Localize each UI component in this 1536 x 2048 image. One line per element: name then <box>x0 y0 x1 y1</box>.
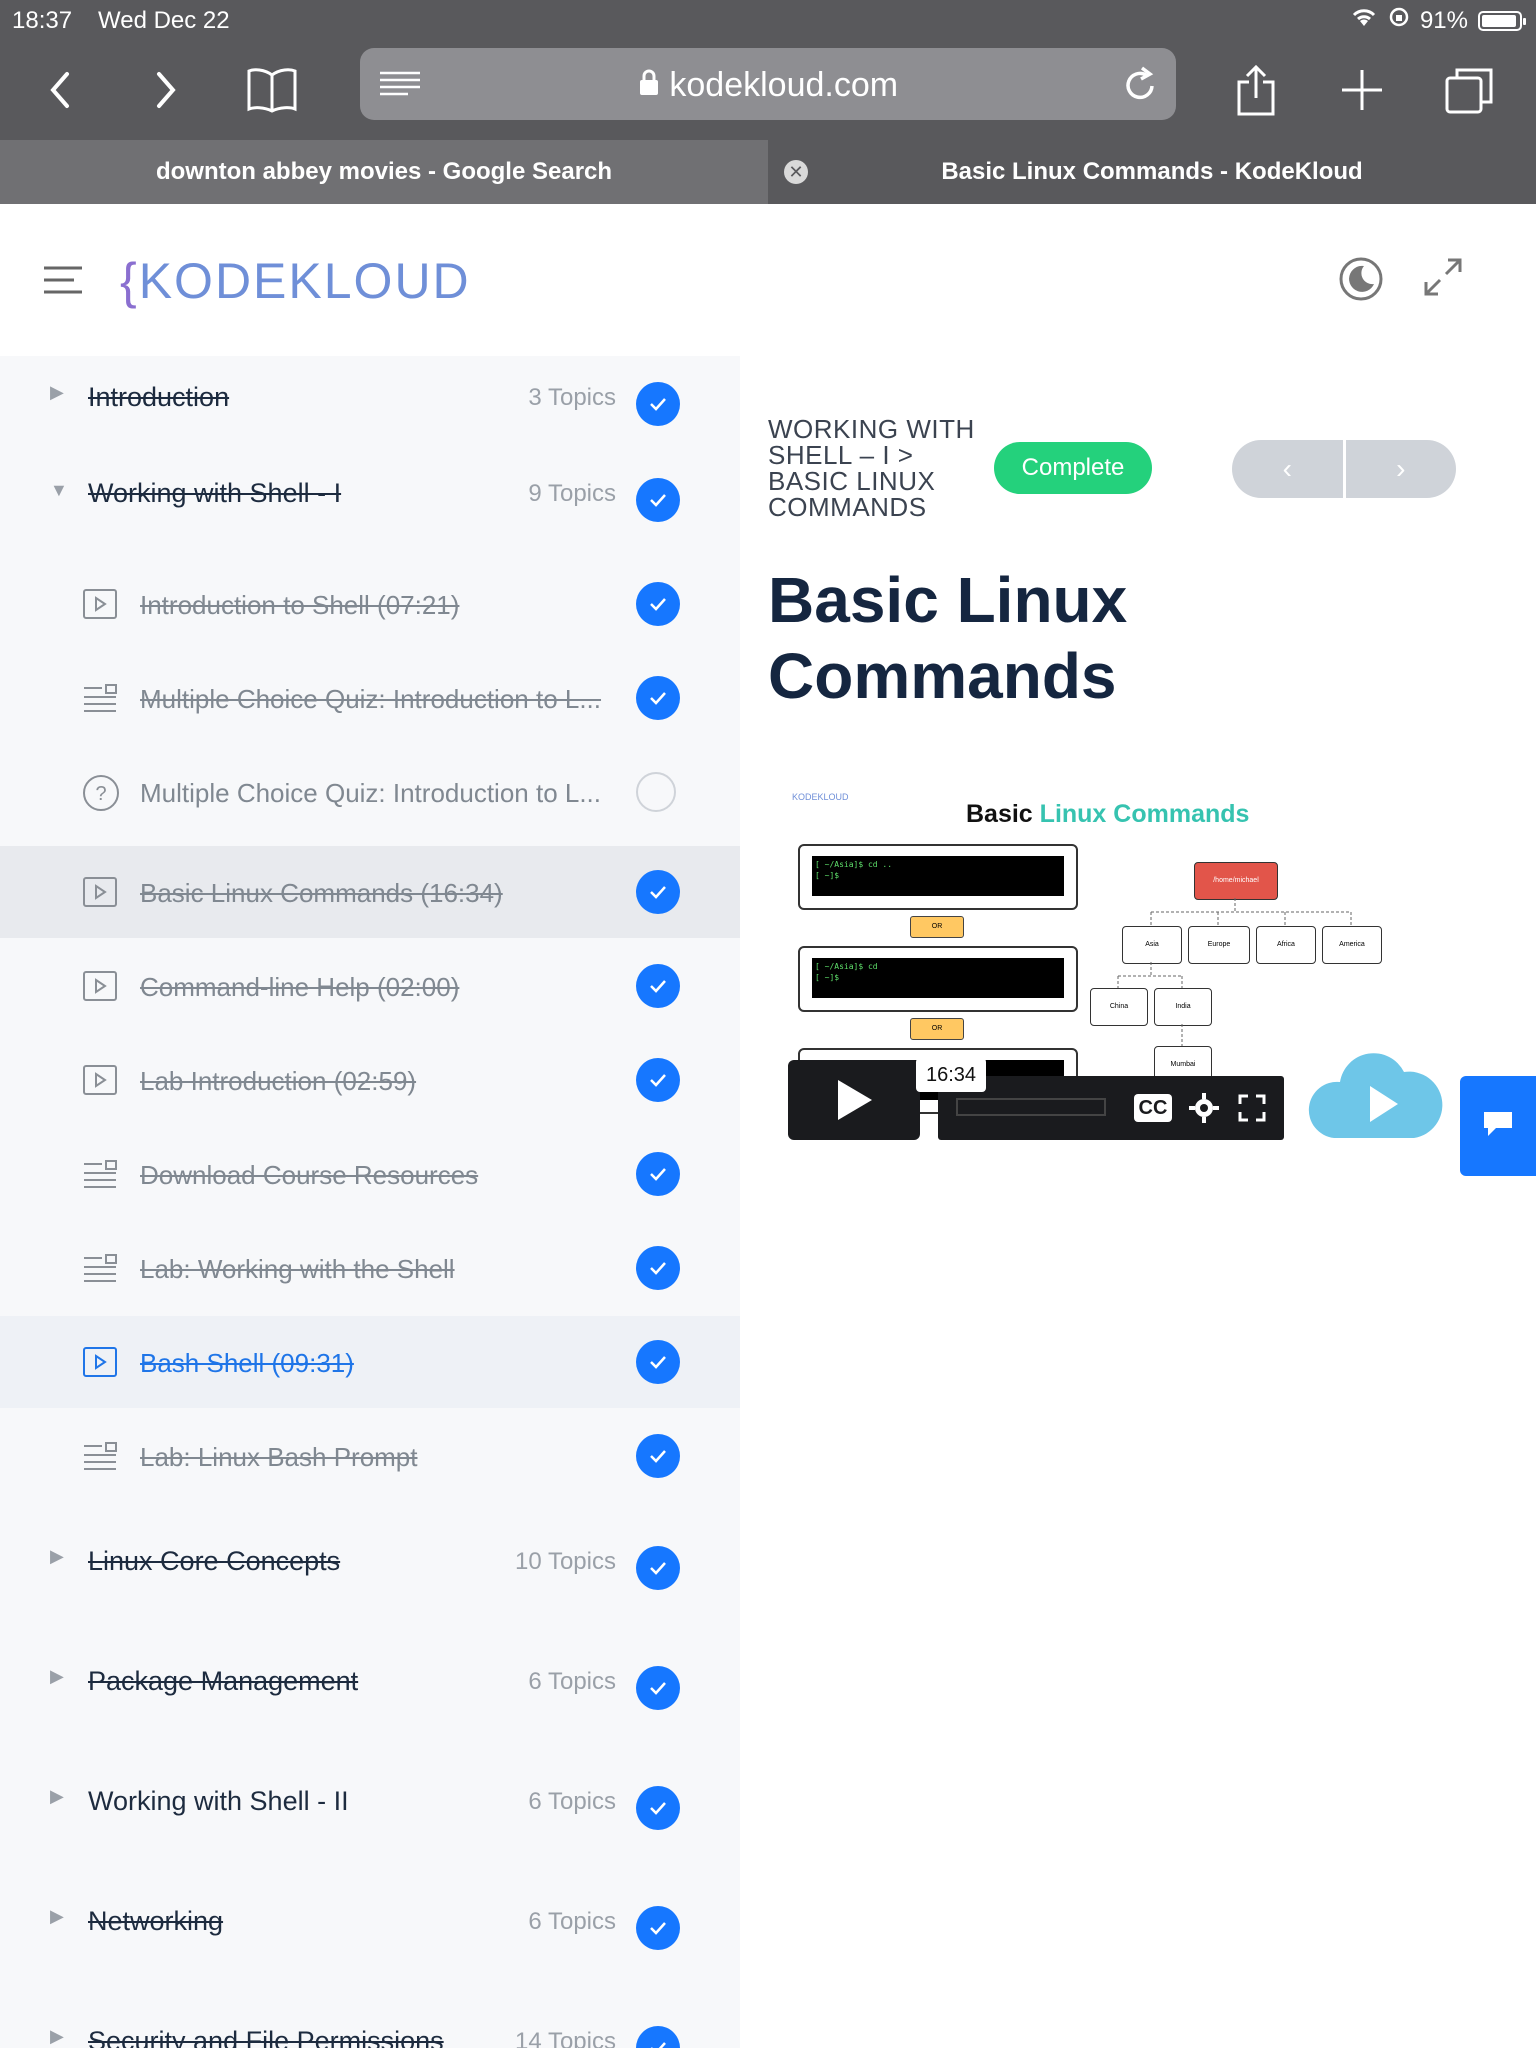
lesson-item[interactable]: Lab Introduction (02:59) <box>0 1046 740 1112</box>
lesson-item[interactable]: Multiple Choice Quiz: Introduction to L.… <box>0 664 740 730</box>
completed-check-icon <box>636 1434 680 1478</box>
close-tab-icon[interactable]: ✕ <box>784 160 808 184</box>
caret-right-icon: ▶ <box>50 2026 64 2046</box>
completed-check-icon <box>636 582 680 626</box>
completed-check-icon <box>636 382 680 426</box>
complete-button[interactable]: Complete <box>994 442 1152 494</box>
course-sidebar: ▶ Introduction 3 Topics ▼ Working with S… <box>0 356 740 2048</box>
page-title: Basic Linux Commands <box>768 564 1128 712</box>
share-icon[interactable] <box>1228 62 1284 118</box>
text-lesson-icon <box>82 1254 118 1287</box>
completed-check-icon <box>636 1246 680 1290</box>
new-tab-icon[interactable] <box>1334 62 1390 118</box>
fullscreen-video-icon[interactable] <box>1238 1094 1266 1127</box>
completed-check-icon <box>636 1058 680 1102</box>
completed-check-icon <box>636 1786 680 1830</box>
completed-check-icon <box>636 676 680 720</box>
completed-check-icon <box>636 1152 680 1196</box>
section-linux-core-concepts[interactable]: ▶ Linux Core Concepts 10 Topics <box>0 1520 740 1616</box>
text-lesson-icon <box>82 1442 118 1475</box>
status-date: Wed Dec 22 <box>98 7 230 34</box>
dark-mode-icon[interactable] <box>1338 256 1384 307</box>
svg-text:?: ? <box>95 783 106 805</box>
incomplete-circle-icon <box>636 772 676 812</box>
lesson-item-active[interactable]: Basic Linux Commands (16:34) <box>0 846 740 938</box>
tab-kodekloud[interactable]: ✕ Basic Linux Commands - KodeKloud <box>768 140 1536 204</box>
completed-check-icon <box>636 1546 680 1590</box>
kodekloud-logo[interactable]: {KODEKLOUD <box>120 252 471 310</box>
completed-check-icon <box>636 478 680 522</box>
forward-icon[interactable] <box>138 62 194 118</box>
caret-right-icon: ▶ <box>50 1546 64 1566</box>
completed-check-icon <box>636 1666 680 1710</box>
video-lesson-icon <box>82 970 118 1007</box>
caret-right-icon: ▶ <box>50 1786 64 1806</box>
lesson-item-current[interactable]: Bash Shell (09:31) <box>0 1316 740 1408</box>
status-time: 18:37 <box>12 7 73 34</box>
section-networking[interactable]: ▶ Networking 6 Topics <box>0 1880 740 1976</box>
browser-toolbar: kodekloud.com <box>0 40 1536 140</box>
completed-check-icon <box>636 1340 680 1384</box>
next-lesson-button[interactable]: › <box>1346 440 1457 498</box>
tabs-overview-icon[interactable] <box>1442 62 1498 118</box>
play-button[interactable] <box>788 1060 920 1140</box>
lesson-item[interactable]: Command-line Help (02:00) <box>0 952 740 1018</box>
lesson-item[interactable]: Lab: Linux Bash Prompt <box>0 1422 740 1488</box>
battery-percent: 91% <box>1419 6 1468 34</box>
status-right: 91% <box>1350 6 1526 35</box>
completed-check-icon <box>636 964 680 1008</box>
section-security-and-file-permissions[interactable]: ▶ Security and File Permissions 14 Topic… <box>0 2000 740 2048</box>
completed-check-icon <box>636 870 680 914</box>
url-host: kodekloud.com <box>360 66 1176 105</box>
lock-icon <box>638 66 669 104</box>
lesson-item[interactable]: Lab: Working with the Shell <box>0 1234 740 1300</box>
cc-button[interactable]: CC <box>1134 1094 1172 1122</box>
wifi-icon <box>1350 6 1378 35</box>
menu-icon[interactable] <box>44 266 82 299</box>
status-bar: 18:37 Wed Dec 22 91% <box>0 0 1536 40</box>
address-bar[interactable]: kodekloud.com <box>360 48 1176 120</box>
section-working-with-shell-1[interactable]: ▼ Working with Shell - I 9 Topics <box>0 452 740 552</box>
browser-tabs: downton abbey movies - Google Search ✕ B… <box>0 140 1536 204</box>
video-lesson-icon <box>82 876 118 913</box>
lesson-nav: ‹ › <box>1232 440 1456 498</box>
progress-bar[interactable] <box>956 1098 1106 1116</box>
text-lesson-icon <box>82 1160 118 1193</box>
caret-right-icon: ▶ <box>50 1666 64 1686</box>
completed-check-icon <box>636 2026 680 2048</box>
section-working-with-shell-2[interactable]: ▶ Working with Shell - II 6 Topics <box>0 1760 740 1856</box>
bookmarks-icon[interactable] <box>244 62 300 118</box>
reload-icon[interactable] <box>1122 64 1158 109</box>
rotation-lock-icon <box>1388 6 1410 35</box>
video-lesson-icon <box>82 1064 118 1101</box>
fullscreen-icon[interactable] <box>1422 256 1464 303</box>
video-controls: CC <box>938 1076 1284 1140</box>
completed-check-icon <box>636 1906 680 1950</box>
lesson-item[interactable]: ? Multiple Choice Quiz: Introduction to … <box>0 758 740 824</box>
caret-right-icon: ▶ <box>50 382 64 402</box>
breadcrumb[interactable]: WORKING WITH SHELL – I > BASIC LINUX COM… <box>768 416 988 520</box>
caret-right-icon: ▶ <box>50 1906 64 1926</box>
previous-lesson-button[interactable]: ‹ <box>1232 440 1343 498</box>
chat-icon <box>1480 1108 1516 1145</box>
text-lesson-icon <box>82 684 118 717</box>
video-player[interactable]: KODEKLOUD Basic Linux Commands [ ~/Asia]… <box>768 776 1458 1158</box>
lesson-item[interactable]: Introduction to Shell (07:21) <box>0 570 740 636</box>
video-lesson-icon <box>82 1346 118 1383</box>
time-tooltip: 16:34 <box>916 1058 986 1092</box>
tab-google-search[interactable]: downton abbey movies - Google Search <box>0 140 768 204</box>
site-header: {KODEKLOUD <box>0 204 1536 356</box>
feedback-button[interactable] <box>1460 1076 1536 1176</box>
settings-icon[interactable] <box>1188 1092 1220 1129</box>
section-package-management[interactable]: ▶ Package Management 6 Topics <box>0 1640 740 1736</box>
cloud-play-icon <box>1304 1038 1444 1153</box>
battery-icon <box>1478 10 1526 31</box>
back-icon[interactable] <box>32 62 88 118</box>
section-introduction[interactable]: ▶ Introduction 3 Topics <box>0 356 740 452</box>
lesson-item[interactable]: Download Course Resources <box>0 1140 740 1206</box>
video-lesson-icon <box>82 588 118 625</box>
quiz-icon: ? <box>82 774 120 817</box>
caret-down-icon: ▼ <box>50 480 68 500</box>
